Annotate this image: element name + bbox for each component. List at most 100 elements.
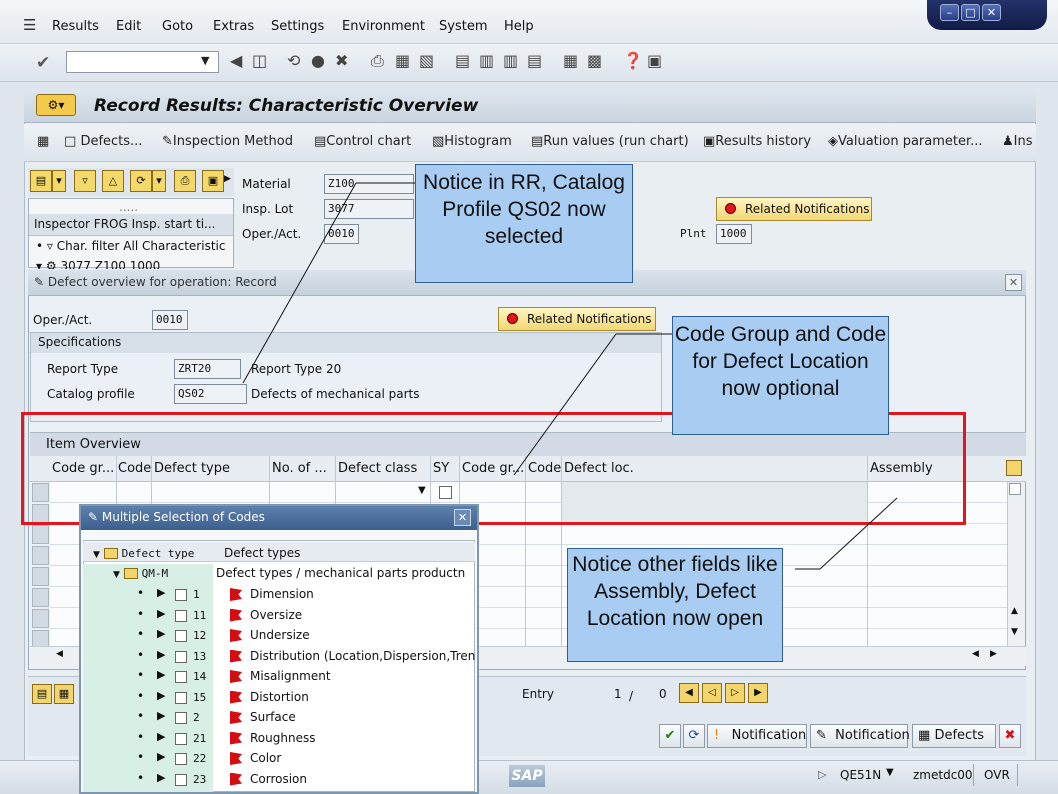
scroll-right-icon[interactable]: ▶ <box>990 649 997 659</box>
chevron-right-icon[interactable]: ▶ <box>157 668 165 681</box>
cancel-icon[interactable]: ✖ <box>335 51 348 70</box>
code-checkbox[interactable] <box>175 671 187 683</box>
print-tree-icon[interactable]: ⎙ <box>174 170 196 192</box>
last-entry-icon[interactable]: ▶ <box>748 683 768 703</box>
row-selector[interactable] <box>32 546 49 565</box>
defects-button[interactable]: □ Defects... <box>64 134 142 149</box>
inspection-method-button[interactable]: ✎Inspection Method <box>162 134 293 149</box>
chevron-right-icon[interactable]: ▶ <box>157 586 165 599</box>
next-entry-icon[interactable]: ▷ <box>725 683 745 703</box>
scroll-left-icon[interactable]: ◀ <box>972 649 979 659</box>
tree-row-lot[interactable]: ▾ ⚙ 3077 Z100 1000 <box>36 259 160 269</box>
column-settings-icon[interactable] <box>1006 460 1022 476</box>
code-row[interactable]: • ▶ 13 Distribution (Location,Dispersion,Tr… <box>83 648 475 668</box>
code-row[interactable]: • ▶ 1 Dimension <box>83 586 475 606</box>
chevron-right-icon[interactable]: ▶ <box>224 174 231 184</box>
new-session-icon[interactable]: ▦ <box>563 51 578 70</box>
shelf-icon[interactable]: ▦ <box>37 134 49 149</box>
exit-icon[interactable]: ● <box>311 51 325 70</box>
first-page-icon[interactable]: ▤ <box>455 51 470 70</box>
material-field[interactable]: Z100 <box>324 174 414 194</box>
scrollbar-handle[interactable] <box>1009 483 1021 495</box>
row-selector[interactable] <box>32 609 49 628</box>
code-checkbox[interactable] <box>175 609 187 622</box>
close-icon[interactable]: ✕ <box>454 509 471 526</box>
close-window-icon[interactable]: ✕ <box>982 4 1001 21</box>
enter-check-icon[interactable]: ✔ <box>36 53 50 73</box>
layout-menu-icon[interactable]: ▣ <box>647 51 662 70</box>
cancel-icon[interactable]: ✖ <box>999 724 1021 748</box>
code-checkbox[interactable] <box>175 732 187 745</box>
refresh-icon[interactable]: ⟳ <box>683 724 705 748</box>
related-notifications-button[interactable]: Related Notifications <box>716 197 872 221</box>
row-selector[interactable] <box>32 588 49 607</box>
dialog-oper-field[interactable]: 0010 <box>152 310 188 330</box>
chevron-down-icon[interactable]: ▼ <box>201 54 209 67</box>
catalog-profile-field[interactable]: QS02 <box>174 384 247 404</box>
menu-goto[interactable]: Goto <box>162 19 193 34</box>
code-checkbox[interactable] <box>175 630 187 642</box>
results-history-button[interactable]: ▣Results history <box>703 134 811 149</box>
inspector-button[interactable]: ♟Ins <box>1002 134 1036 149</box>
notification-button[interactable]: ! Notification <box>707 724 807 748</box>
table-icon[interactable]: ▦ <box>54 684 74 704</box>
menu-extras[interactable]: Extras <box>213 19 254 34</box>
row-selector[interactable] <box>32 567 49 586</box>
menu-icon[interactable]: ☰ <box>23 16 36 34</box>
first-entry-icon[interactable]: ◀ <box>679 683 699 703</box>
last-page-icon[interactable]: ▤ <box>527 51 542 70</box>
run-values-button[interactable]: ▤Run values (run chart) <box>531 134 689 149</box>
filter-icon[interactable]: ▿ <box>74 170 96 192</box>
menu-results[interactable]: Results <box>52 19 99 34</box>
oper-act-field[interactable]: 0010 <box>324 224 359 244</box>
collapse-icon[interactable]: △ <box>102 170 124 192</box>
tree-root-row[interactable]: ▼ Defect type Defect types <box>83 546 475 566</box>
chevron-right-icon[interactable]: ▶ <box>157 607 165 620</box>
create-notification-button[interactable]: ✎ Notification <box>810 724 910 748</box>
shortcut-icon[interactable]: ▩ <box>587 51 602 70</box>
help-icon[interactable]: ❓ <box>623 51 643 70</box>
find-icon[interactable]: ▦ <box>395 51 410 70</box>
previous-page-icon[interactable]: ▥ <box>479 51 494 70</box>
find-next-icon[interactable]: ▧ <box>419 51 434 70</box>
code-checkbox[interactable] <box>175 650 187 663</box>
row-selector[interactable] <box>32 525 49 544</box>
close-icon[interactable]: ✕ <box>1005 274 1022 291</box>
scroll-down-icon[interactable]: ▼ <box>1011 627 1018 637</box>
code-row[interactable]: • ▶ 22 Color <box>83 750 475 770</box>
chevron-down-icon[interactable]: ▾ <box>152 170 166 192</box>
chevron-right-icon[interactable]: ▶ <box>157 709 165 722</box>
plant-field[interactable]: 1000 <box>716 224 752 244</box>
layout-icon[interactable]: ▣ <box>202 170 224 192</box>
menu-help[interactable]: Help <box>504 19 534 34</box>
code-row[interactable]: • ▶ 12 Undersize <box>83 627 475 647</box>
menu-system[interactable]: System <box>439 19 487 34</box>
code-checkbox[interactable] <box>175 753 187 765</box>
details-icon[interactable]: ▤ <box>32 684 52 704</box>
menu-edit[interactable]: Edit <box>116 19 141 34</box>
code-row[interactable]: • ▶ 2 Surface <box>83 709 475 729</box>
code-checkbox[interactable] <box>175 691 187 704</box>
previous-entry-icon[interactable]: ◁ <box>702 683 722 703</box>
insp-lot-field[interactable]: 3077 <box>324 199 414 219</box>
valuation-parameter-button[interactable]: ◈Valuation parameter... <box>828 134 983 149</box>
chevron-right-icon[interactable]: ▶ <box>157 648 165 661</box>
menu-environment[interactable]: Environment <box>342 19 425 34</box>
next-page-icon[interactable]: ▥ <box>503 51 518 70</box>
code-checkbox[interactable] <box>175 712 187 724</box>
code-row[interactable]: • ▶ 21 Roughness <box>83 730 475 750</box>
back-arrow-icon[interactable]: ◀ <box>230 51 242 70</box>
splitter-dots[interactable]: ..... <box>119 200 138 214</box>
chevron-right-icon[interactable]: ▶ <box>157 627 165 640</box>
print-icon[interactable]: ⎙ <box>371 51 384 71</box>
code-checkbox[interactable] <box>175 773 187 786</box>
menu-settings[interactable]: Settings <box>271 19 324 34</box>
chevron-right-icon[interactable]: ▶ <box>157 750 165 763</box>
refresh-icon[interactable]: ⟳ <box>130 170 152 192</box>
minimize-icon[interactable]: – <box>940 4 959 21</box>
chevron-right-icon[interactable]: ▶ <box>157 689 165 702</box>
defects-bottom-button[interactable]: ▦ Defects <box>912 724 996 748</box>
report-type-field[interactable]: ZRT20 <box>174 359 241 379</box>
tree-row-filter[interactable]: • ▿ Char. filter All Characteristic <box>36 239 225 253</box>
tree-group-row[interactable]: ▼ QM-M Defect types / mechanical parts p… <box>83 566 475 586</box>
